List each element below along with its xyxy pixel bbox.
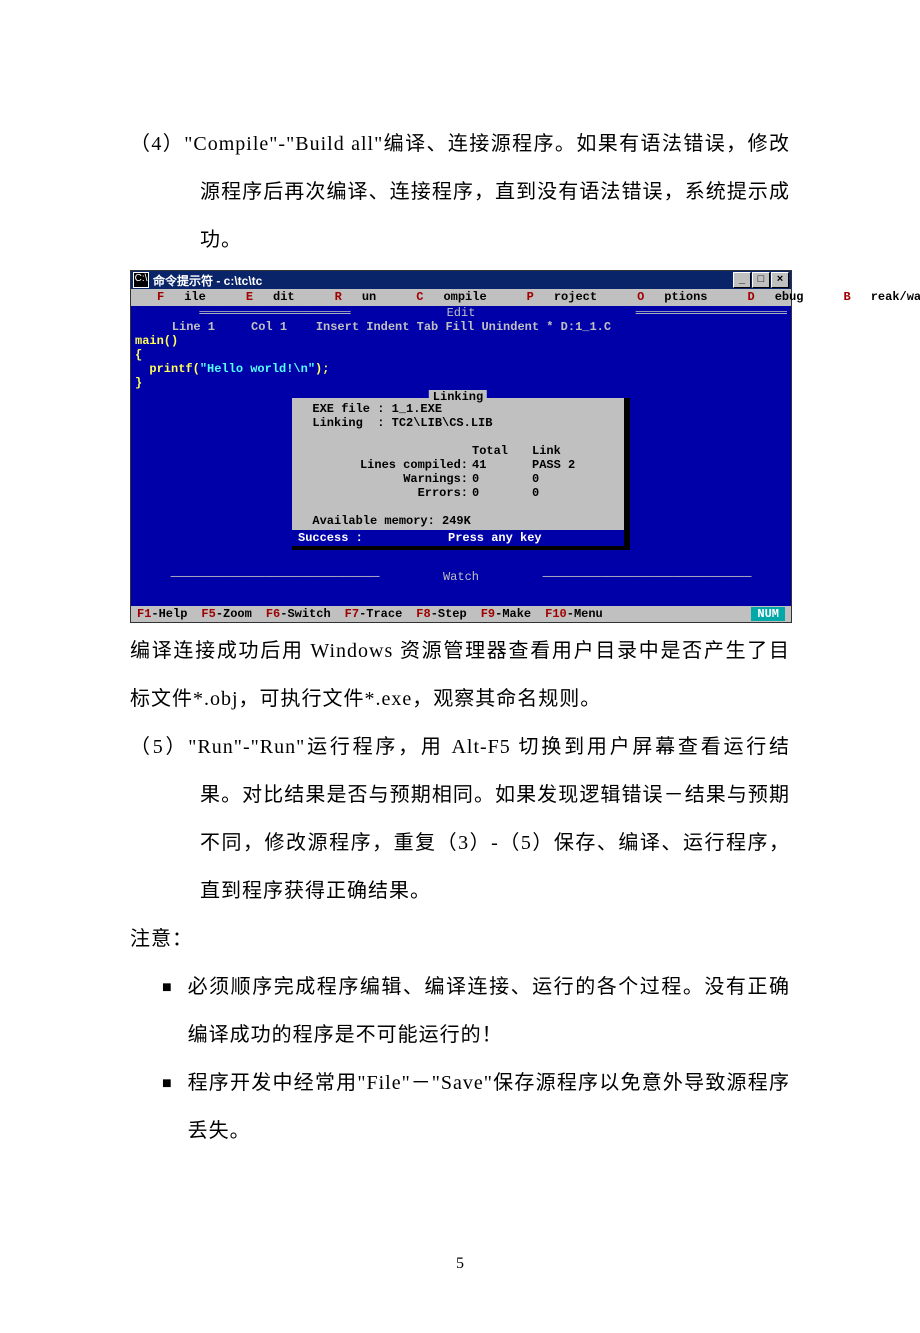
- turboc-screenshot: C:\ 命令提示符 - c:\tc\tc _ □ × File Edit Run…: [130, 270, 792, 623]
- f7-trace[interactable]: F7-Trace: [345, 607, 403, 621]
- menu-compile[interactable]: Compile: [396, 290, 506, 304]
- menu-run[interactable]: Run: [315, 290, 397, 304]
- window-title: 命令提示符 - c:\tc\tc: [153, 272, 262, 289]
- f5-zoom[interactable]: F5-Zoom: [201, 607, 251, 621]
- menu-options[interactable]: Options: [617, 290, 727, 304]
- f9-make[interactable]: F9-Make: [481, 607, 531, 621]
- menu-break[interactable]: Break/watch: [824, 290, 920, 304]
- close-button[interactable]: ×: [771, 272, 789, 288]
- warnings-row: Warnings: 0 0: [298, 472, 618, 486]
- editor-status: Line 1 Col 1 Insert Indent Tab Fill Unin…: [131, 320, 791, 334]
- errors-row: Errors: 0 0: [298, 486, 618, 500]
- note-list: 必须顺序完成程序编辑、编译连接、运行的各个过程。没有正确编译成功的程序是不可能运…: [130, 963, 790, 1155]
- f10-menu[interactable]: F10-Menu: [545, 607, 603, 621]
- menu-file[interactable]: File: [137, 290, 226, 304]
- minimize-button[interactable]: _: [733, 272, 751, 288]
- numlock-indicator: NUM: [751, 607, 785, 621]
- menu-project[interactable]: Project: [507, 290, 617, 304]
- note-item-1: 必须顺序完成程序编辑、编译连接、运行的各个过程。没有正确编译成功的程序是不可能运…: [188, 963, 790, 1059]
- page-number: 5: [130, 1255, 790, 1273]
- menu-edit[interactable]: Edit: [226, 290, 315, 304]
- step-4-para: （4）"Compile"-"Build all"编译、连接源程序。如果有语法错误…: [130, 120, 790, 264]
- tc-menubar[interactable]: File Edit Run Compile Project Options De…: [131, 289, 791, 305]
- memory-row: Available memory: 249K: [298, 514, 618, 528]
- f1-help[interactable]: F1-Help: [137, 607, 187, 621]
- post-compile-para: 编译连接成功后用 Windows 资源管理器查看用户目录中是否产生了目标文件*.…: [130, 627, 790, 723]
- linking-lib-row: Linking : TC2\LIB\CS.LIB: [298, 416, 618, 430]
- window-titlebar[interactable]: C:\ 命令提示符 - c:\tc\tc _ □ ×: [131, 271, 791, 289]
- success-label: Success :: [298, 531, 448, 545]
- linking-title: Linking: [429, 390, 487, 404]
- linking-headers: Total Link: [298, 444, 618, 458]
- step-5-para: （5）"Run"-"Run"运行程序，用 Alt-F5 切换到用户屏幕查看运行结…: [130, 723, 790, 915]
- note-heading: 注意：: [130, 915, 790, 963]
- note-item-2: 程序开发中经常用"File"－"Save"保存源程序以免意外导致源程序丢失。: [188, 1059, 790, 1155]
- lines-compiled-row: Lines compiled: 41 PASS 2: [298, 458, 618, 472]
- exe-file-row: EXE file : 1_1.EXE: [298, 402, 618, 416]
- maximize-button[interactable]: □: [752, 272, 770, 288]
- f6-switch[interactable]: F6-Switch: [266, 607, 331, 621]
- menu-debug[interactable]: Debug: [728, 290, 824, 304]
- linking-dialog: Linking EXE file : 1_1.EXE Linking : TC2…: [292, 398, 630, 550]
- watch-panel-title: Watch: [131, 570, 791, 584]
- source-code[interactable]: main() { printf("Hello world!\n"); }: [131, 334, 791, 394]
- press-any-key: Press any key: [448, 531, 618, 545]
- edit-panel-title: Edit: [131, 305, 791, 320]
- success-bar[interactable]: Success : Press any key: [292, 530, 624, 546]
- f8-step[interactable]: F8-Step: [416, 607, 466, 621]
- cmd-icon: C:\: [133, 272, 149, 288]
- function-key-bar: F1-Help F5-Zoom F6-Switch F7-Trace F8-St…: [131, 606, 791, 622]
